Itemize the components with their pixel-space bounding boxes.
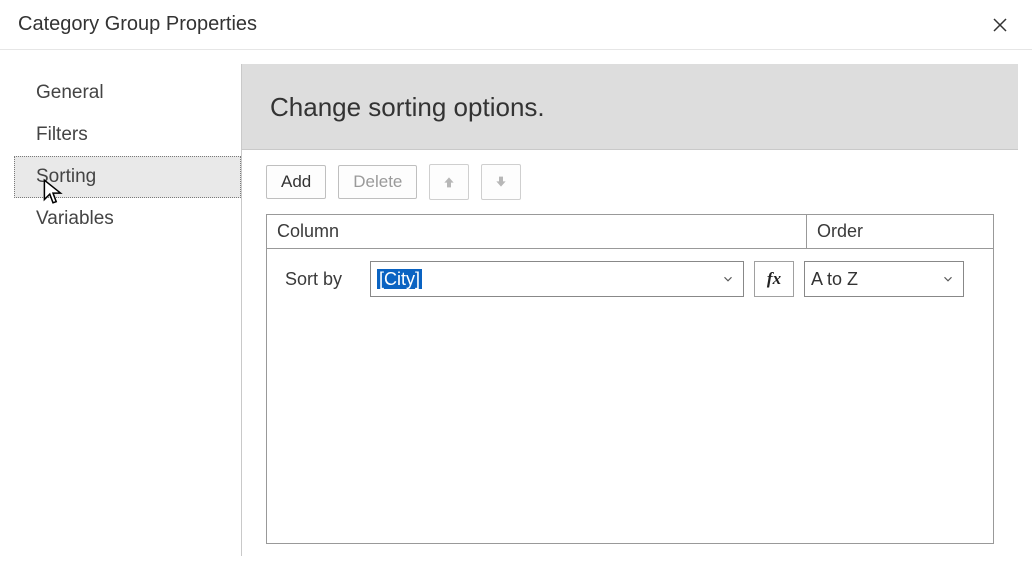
main-panel: Change sorting options. Add Delete bbox=[242, 64, 1018, 556]
sidebar-item-general[interactable]: General bbox=[14, 72, 241, 114]
sort-by-label: Sort by bbox=[285, 269, 360, 290]
move-up-button[interactable] bbox=[429, 164, 469, 200]
header-column: Column bbox=[267, 215, 807, 248]
sort-by-dropdown[interactable]: [City] bbox=[370, 261, 744, 297]
sidebar-item-variables[interactable]: Variables bbox=[14, 198, 241, 240]
expression-button[interactable]: fx bbox=[754, 261, 794, 297]
grid-header: Column Order bbox=[267, 215, 993, 249]
sort-by-value: [City] bbox=[377, 269, 422, 290]
add-button[interactable]: Add bbox=[266, 165, 326, 199]
close-button[interactable] bbox=[986, 11, 1014, 39]
chevron-down-icon bbox=[941, 272, 955, 286]
delete-button[interactable]: Delete bbox=[338, 165, 417, 199]
dialog-body: General Filters Sorting Variables Change… bbox=[0, 50, 1032, 570]
fx-icon: fx bbox=[767, 269, 781, 289]
sidebar-item-label: Filters bbox=[36, 124, 88, 145]
page-title: Change sorting options. bbox=[270, 92, 990, 123]
order-value: A to Z bbox=[811, 269, 858, 290]
order-dropdown[interactable]: A to Z bbox=[804, 261, 964, 297]
sidebar-item-filters[interactable]: Filters bbox=[14, 114, 241, 156]
sidebar-item-label: Sorting bbox=[36, 166, 96, 187]
move-down-button[interactable] bbox=[481, 164, 521, 200]
body-area: Add Delete Column bbox=[242, 149, 1018, 562]
titlebar: Category Group Properties bbox=[0, 0, 1032, 50]
chevron-down-icon bbox=[721, 272, 735, 286]
sidebar-item-label: Variables bbox=[36, 208, 114, 229]
sidebar-item-label: General bbox=[36, 82, 104, 103]
close-icon bbox=[991, 16, 1009, 34]
toolbar: Add Delete bbox=[266, 164, 994, 200]
arrow-up-icon bbox=[441, 174, 457, 190]
sidebar-item-sorting[interactable]: Sorting bbox=[14, 156, 241, 198]
arrow-down-icon bbox=[493, 174, 509, 190]
header-order: Order bbox=[807, 215, 993, 248]
dialog-inner: General Filters Sorting Variables Change… bbox=[14, 64, 1018, 556]
sidebar: General Filters Sorting Variables bbox=[14, 64, 242, 556]
sort-row: Sort by [City] fx bbox=[267, 249, 993, 309]
sort-grid: Column Order Sort by [City] bbox=[266, 214, 994, 544]
heading-area: Change sorting options. bbox=[242, 64, 1018, 149]
window-title: Category Group Properties bbox=[18, 13, 257, 36]
